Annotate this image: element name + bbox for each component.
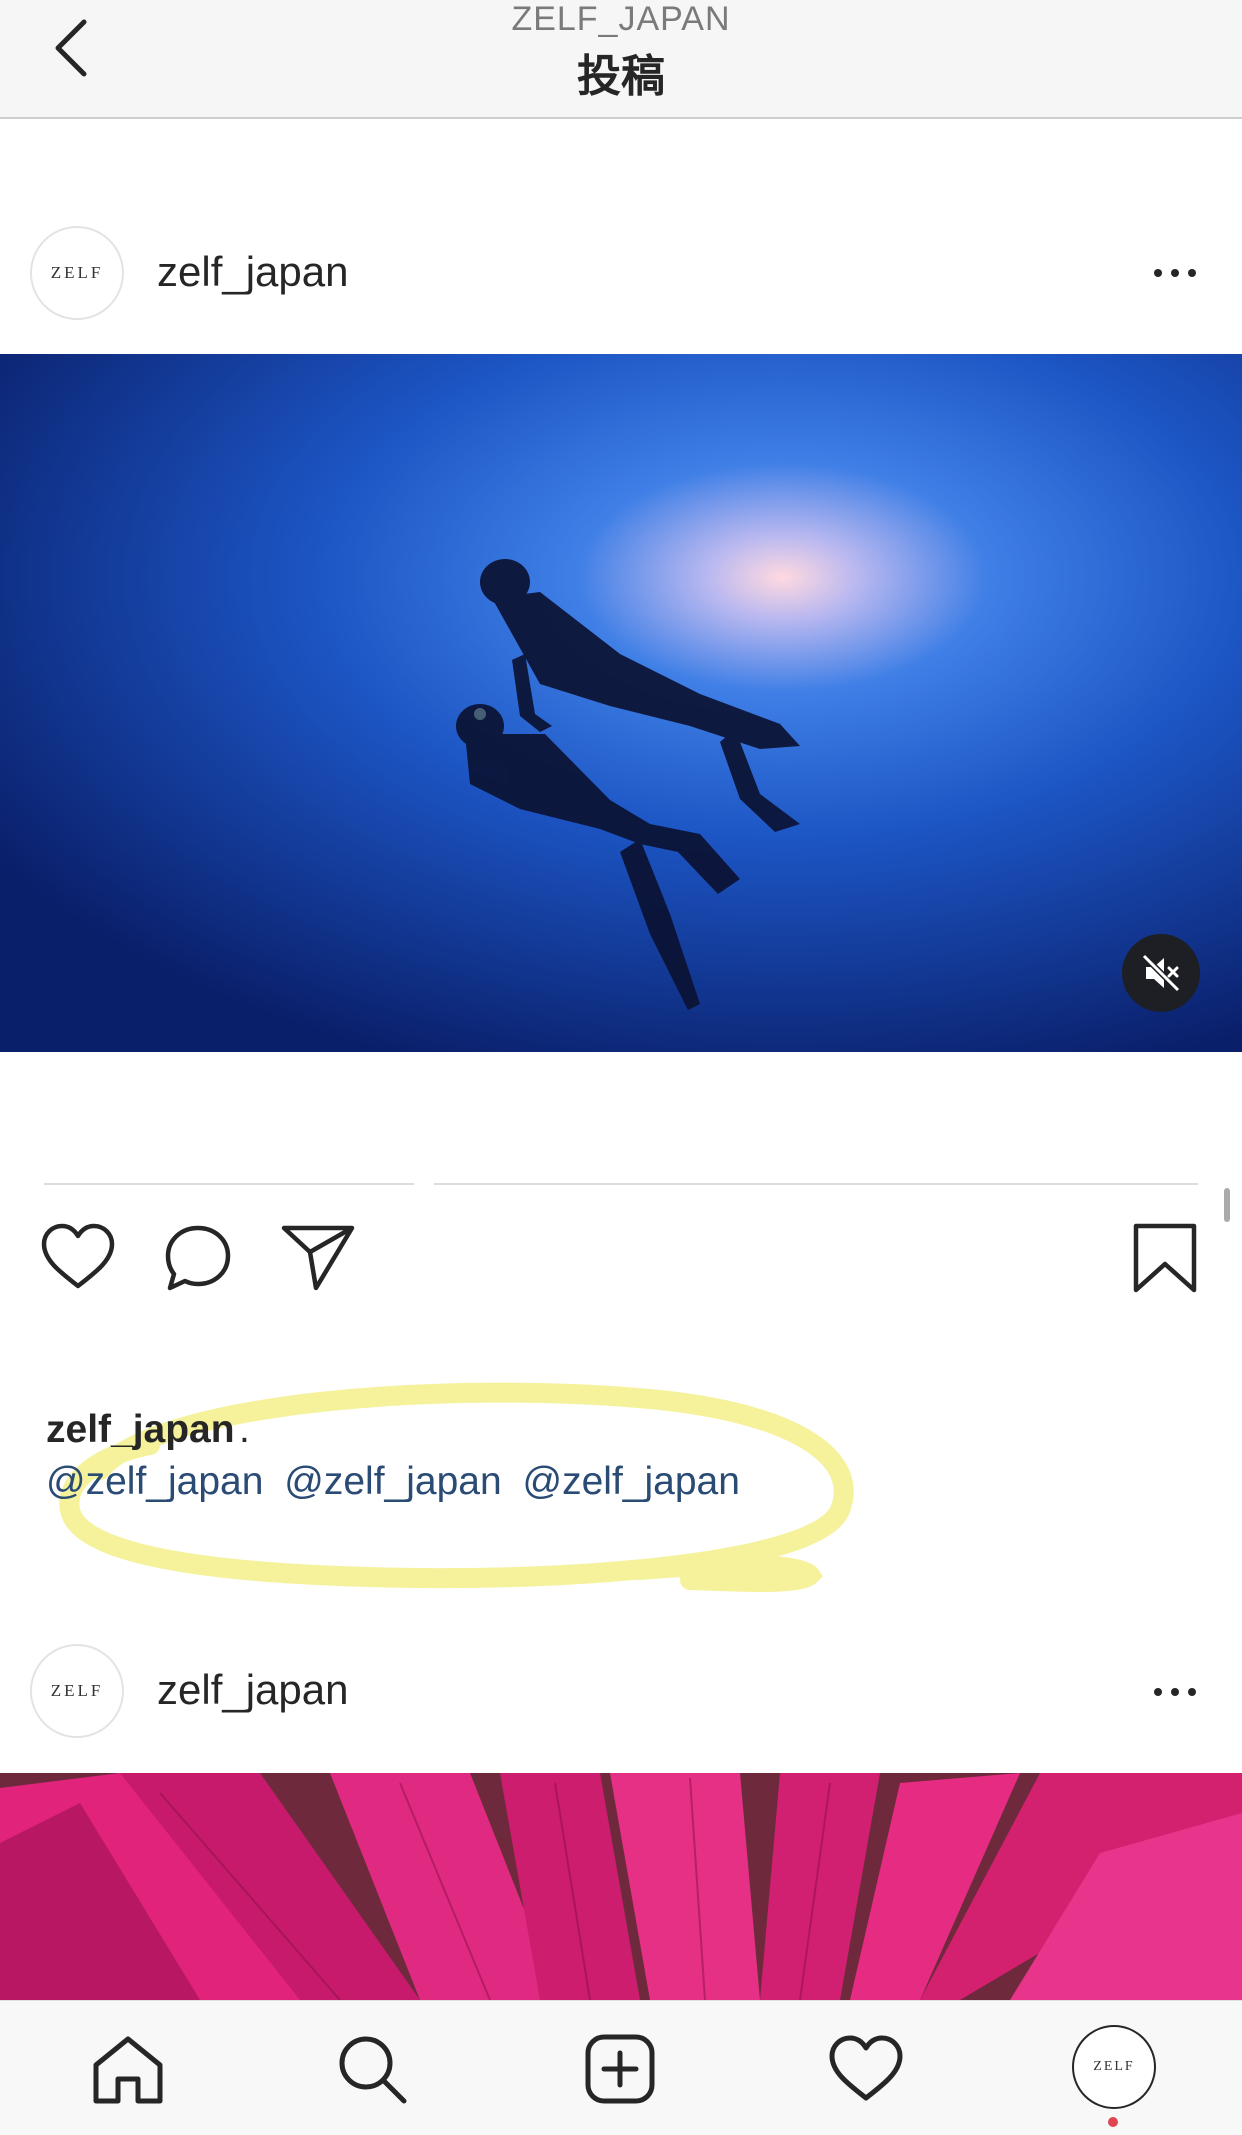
comment-button[interactable] bbox=[162, 1222, 234, 1299]
tab-activity[interactable] bbox=[826, 2029, 906, 2109]
tab-search[interactable] bbox=[332, 2029, 412, 2109]
caption-text: . bbox=[239, 1408, 250, 1451]
scroll-indicator[interactable] bbox=[1224, 1188, 1230, 1222]
post-header: ZELF zelf_japan bbox=[0, 208, 1242, 338]
pink-flower-image bbox=[0, 1773, 1242, 2000]
more-dot-icon bbox=[1154, 269, 1162, 277]
search-icon bbox=[339, 2036, 407, 2104]
bookmark-icon bbox=[1133, 1223, 1197, 1293]
bottom-tab-bar: ZELF bbox=[0, 2000, 1242, 2135]
caption-username[interactable]: zelf_japan bbox=[46, 1408, 235, 1451]
like-button[interactable] bbox=[40, 1222, 116, 1297]
save-button[interactable] bbox=[1132, 1222, 1198, 1299]
more-options-button[interactable] bbox=[1140, 1672, 1210, 1712]
post-video[interactable] bbox=[0, 354, 1242, 1052]
more-options-button[interactable] bbox=[1140, 253, 1210, 293]
mention-link[interactable]: @zelf_japan bbox=[523, 1460, 740, 1503]
more-dot-icon bbox=[1188, 1688, 1196, 1696]
post-header: ZELF zelf_japan bbox=[0, 1628, 1242, 1758]
mention-link[interactable]: @zelf_japan bbox=[46, 1460, 263, 1503]
activity-icon bbox=[829, 2035, 903, 2101]
divider bbox=[434, 1183, 1198, 1185]
avatar[interactable]: ZELF bbox=[30, 1644, 124, 1738]
more-dot-icon bbox=[1188, 269, 1196, 277]
header-account-name: ZELF_JAPAN bbox=[511, 0, 731, 38]
tab-profile-avatar[interactable]: ZELF bbox=[1072, 2025, 1156, 2109]
post-username[interactable]: zelf_japan bbox=[157, 248, 348, 296]
post-image[interactable] bbox=[0, 1773, 1242, 2000]
underwater-divers-image bbox=[0, 354, 1242, 1052]
mute-toggle-button[interactable] bbox=[1122, 934, 1200, 1012]
share-button[interactable] bbox=[280, 1222, 356, 1297]
top-nav-bar: ZELF_JAPAN 投稿 bbox=[0, 0, 1242, 119]
mention-link[interactable]: @zelf_japan bbox=[284, 1460, 501, 1503]
post-username[interactable]: zelf_japan bbox=[157, 1666, 348, 1714]
muted-speaker-icon bbox=[1141, 953, 1181, 993]
caption-mentions: @zelf_japan @zelf_japan @zelf_japan bbox=[46, 1460, 946, 1504]
post-caption: zelf_japan . @zelf_japan @zelf_japan @ze… bbox=[46, 1408, 946, 1504]
more-dot-icon bbox=[1171, 269, 1179, 277]
tab-new-post[interactable] bbox=[580, 2029, 660, 2109]
more-dot-icon bbox=[1171, 1688, 1179, 1696]
home-icon bbox=[93, 2036, 163, 2104]
send-icon bbox=[281, 1225, 355, 1291]
divider bbox=[44, 1183, 414, 1185]
comment-icon bbox=[165, 1225, 231, 1291]
avatar[interactable]: ZELF bbox=[30, 226, 124, 320]
tab-home[interactable] bbox=[88, 2029, 168, 2109]
more-dot-icon bbox=[1154, 1688, 1162, 1696]
heart-icon bbox=[41, 1223, 115, 1289]
page-title: 投稿 bbox=[577, 51, 665, 102]
notification-dot bbox=[1108, 2117, 1118, 2127]
new-post-icon bbox=[585, 2034, 655, 2104]
